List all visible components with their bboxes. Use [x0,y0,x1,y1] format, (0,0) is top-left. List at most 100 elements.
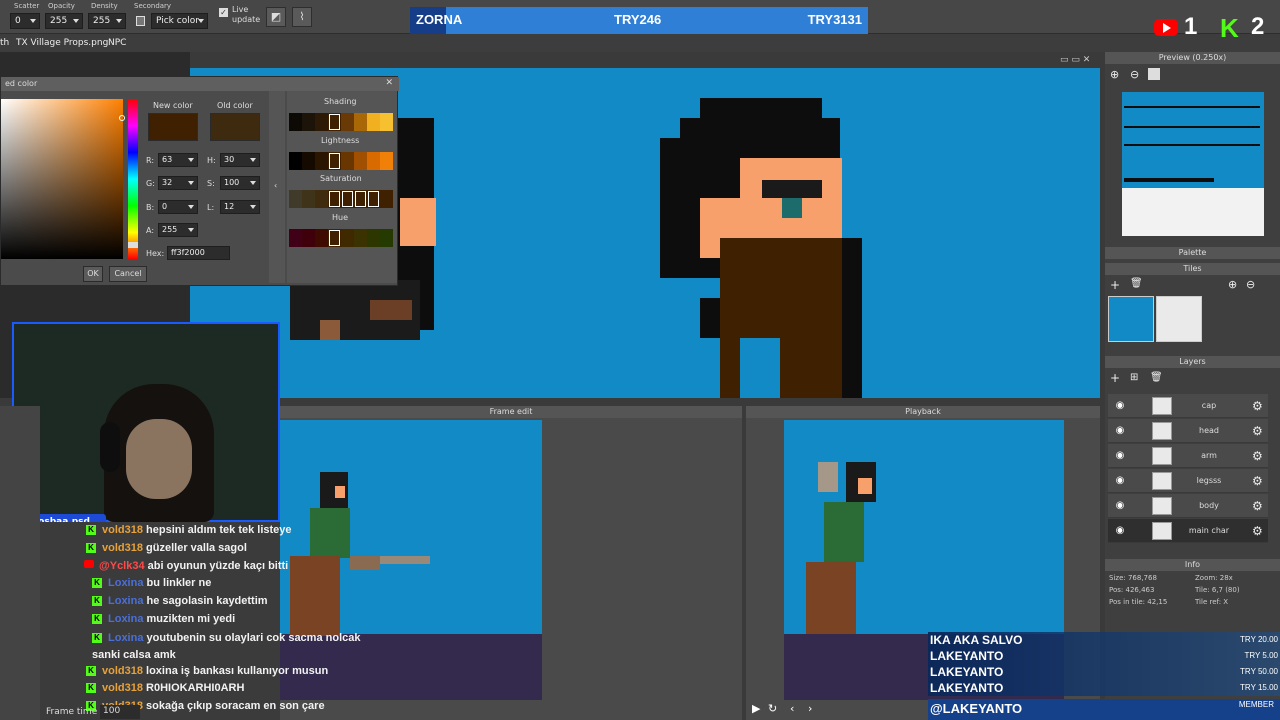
playback-char-axe [818,462,838,492]
frame-edit-header: Frame edit [280,406,742,418]
l-field[interactable]: 12 [220,200,260,214]
lightness-swatches[interactable] [289,152,393,170]
visibility-eye-icon[interactable]: ◉ [1114,425,1126,437]
donation-row: LAKEYANTO TRY 50.00 [928,664,1280,680]
layer-row[interactable]: ◉ main char ⚙ [1108,519,1268,543]
scatter-input[interactable]: 0 [10,13,40,29]
a-label: A: [146,226,155,235]
gear-icon[interactable]: ⚙ [1252,399,1263,413]
s-field[interactable]: 100 [220,176,260,190]
density-input[interactable]: 255 [88,13,126,29]
score-bar: ZORNA TRY246 TRY3131 [410,7,868,34]
kick-count: 2 [1251,13,1265,40]
loop-icon[interactable]: ↻ [768,702,777,715]
head-eye [782,198,802,218]
tile-blue[interactable] [1108,296,1154,342]
member-name: @LAKEYANTO [930,701,1023,716]
b-field[interactable]: 0 [158,200,198,214]
hue-slider[interactable] [128,99,138,259]
add-folder-icon[interactable]: ⊞ [1130,372,1138,383]
l-label: L: [207,203,215,212]
layer-row[interactable]: ◉ legsss ⚙ [1108,469,1268,493]
g-field[interactable]: 32 [158,176,198,190]
chat-text: R0HIOKARHI0ARH [146,682,245,694]
h-value: 30 [224,155,235,164]
b-value: 0 [162,202,168,211]
preview-row-3 [1124,144,1260,146]
gear-icon[interactable]: ⚙ [1252,524,1263,538]
tab-tx-village-props[interactable]: TX Village Props.png [16,38,108,48]
gear-icon[interactable]: ⚙ [1252,424,1263,438]
hue-swatches[interactable] [289,229,393,247]
hex-field[interactable]: ff3f2000 [167,246,230,260]
visibility-eye-icon[interactable]: ◉ [1114,500,1126,512]
saturation-value-picker[interactable] [1,99,123,259]
tiles-zoom-in-icon[interactable]: ⊕ [1228,278,1237,291]
kick-icon: K [92,596,102,606]
wand-tool-icon[interactable]: ⌇ [292,7,312,27]
opacity-input[interactable]: 255 [45,13,83,29]
h-field[interactable]: 30 [220,153,260,167]
visibility-eye-icon[interactable]: ◉ [1114,525,1126,537]
cancel-button[interactable]: Cancel [109,266,147,282]
picker-cursor-icon[interactable] [119,115,125,121]
dialog-title: ed color [1,77,399,91]
visibility-eye-icon[interactable]: ◉ [1114,400,1126,412]
chat-username: vold318 [102,542,143,554]
tab-npc[interactable]: NPC [108,38,126,48]
visibility-eye-icon[interactable]: ◉ [1114,450,1126,462]
gear-icon[interactable]: ⚙ [1252,449,1263,463]
chat-text: loxina iş bankası kullanıyor musun [146,665,329,677]
a-field[interactable]: 255 [158,223,198,237]
shading-swatches[interactable] [289,113,393,131]
head-hair-top [700,98,822,118]
playback-title: Playback [905,407,941,416]
secondary-label: Secondary [134,2,172,10]
playback-char-legs [806,562,856,634]
gear-icon[interactable]: ⚙ [1252,474,1263,488]
layer-row[interactable]: ◉ body ⚙ [1108,494,1268,518]
zoom-in-icon[interactable]: ⊕ [1110,68,1119,81]
layer-row[interactable]: ◉ arm ⚙ [1108,444,1268,468]
square-tool-icon[interactable]: ◩ [266,7,286,27]
play-icon[interactable]: ▶ [752,702,760,715]
r-field[interactable]: 63 [158,153,198,167]
chat-username: vold318 [102,665,143,677]
info-header: Info [1105,559,1280,571]
preview-thumbnail[interactable] [1122,92,1264,236]
delete-tile-icon[interactable]: 🗑 [1130,278,1143,289]
zoom-out-icon[interactable]: ⊖ [1130,68,1139,81]
add-tile-icon[interactable]: + [1110,278,1120,292]
dialog-collapse-bar[interactable]: ‹ [269,91,285,283]
dialog-close-icon[interactable]: ✕ [385,78,393,88]
chat-username: Loxina [108,595,144,607]
save-icon[interactable] [136,16,145,26]
delete-layer-icon[interactable]: 🗑 [1150,372,1163,383]
g-label: G: [146,179,155,188]
l-value: 12 [224,202,235,211]
tab-th[interactable]: th [0,38,9,48]
prev-frame-icon[interactable]: ‹ [790,702,794,715]
canvas-window-controls[interactable]: ▭ ▭ ✕ [1060,55,1090,65]
live-update-checkbox[interactable]: ✓ [219,8,228,17]
g-value: 32 [162,178,173,187]
frame-time-input[interactable]: 100 [100,705,140,719]
layer-row[interactable]: ◉ head ⚙ [1108,419,1268,443]
kick-icon: K [92,578,102,588]
add-layer-icon[interactable]: + [1110,371,1120,385]
info-tile-ref: Tile ref: X [1195,598,1229,606]
next-frame-icon[interactable]: › [808,702,812,715]
layers-header: Layers [1105,356,1280,368]
fit-icon[interactable] [1148,68,1160,80]
visibility-eye-icon[interactable]: ◉ [1114,475,1126,487]
hue-slider-handle[interactable] [128,242,138,248]
tiles-zoom-out-icon[interactable]: ⊖ [1246,278,1255,291]
info-tile: Tile: 6,7 (80) [1195,586,1240,594]
pick-color-select[interactable]: Pick color [151,13,208,29]
layer-row[interactable]: ◉ cap ⚙ [1108,394,1268,418]
saturation-swatches[interactable] [289,190,393,208]
gear-icon[interactable]: ⚙ [1252,499,1263,513]
tile-empty[interactable] [1156,296,1202,342]
old-color-swatch[interactable] [210,113,260,141]
ok-button[interactable]: OK [83,266,103,282]
